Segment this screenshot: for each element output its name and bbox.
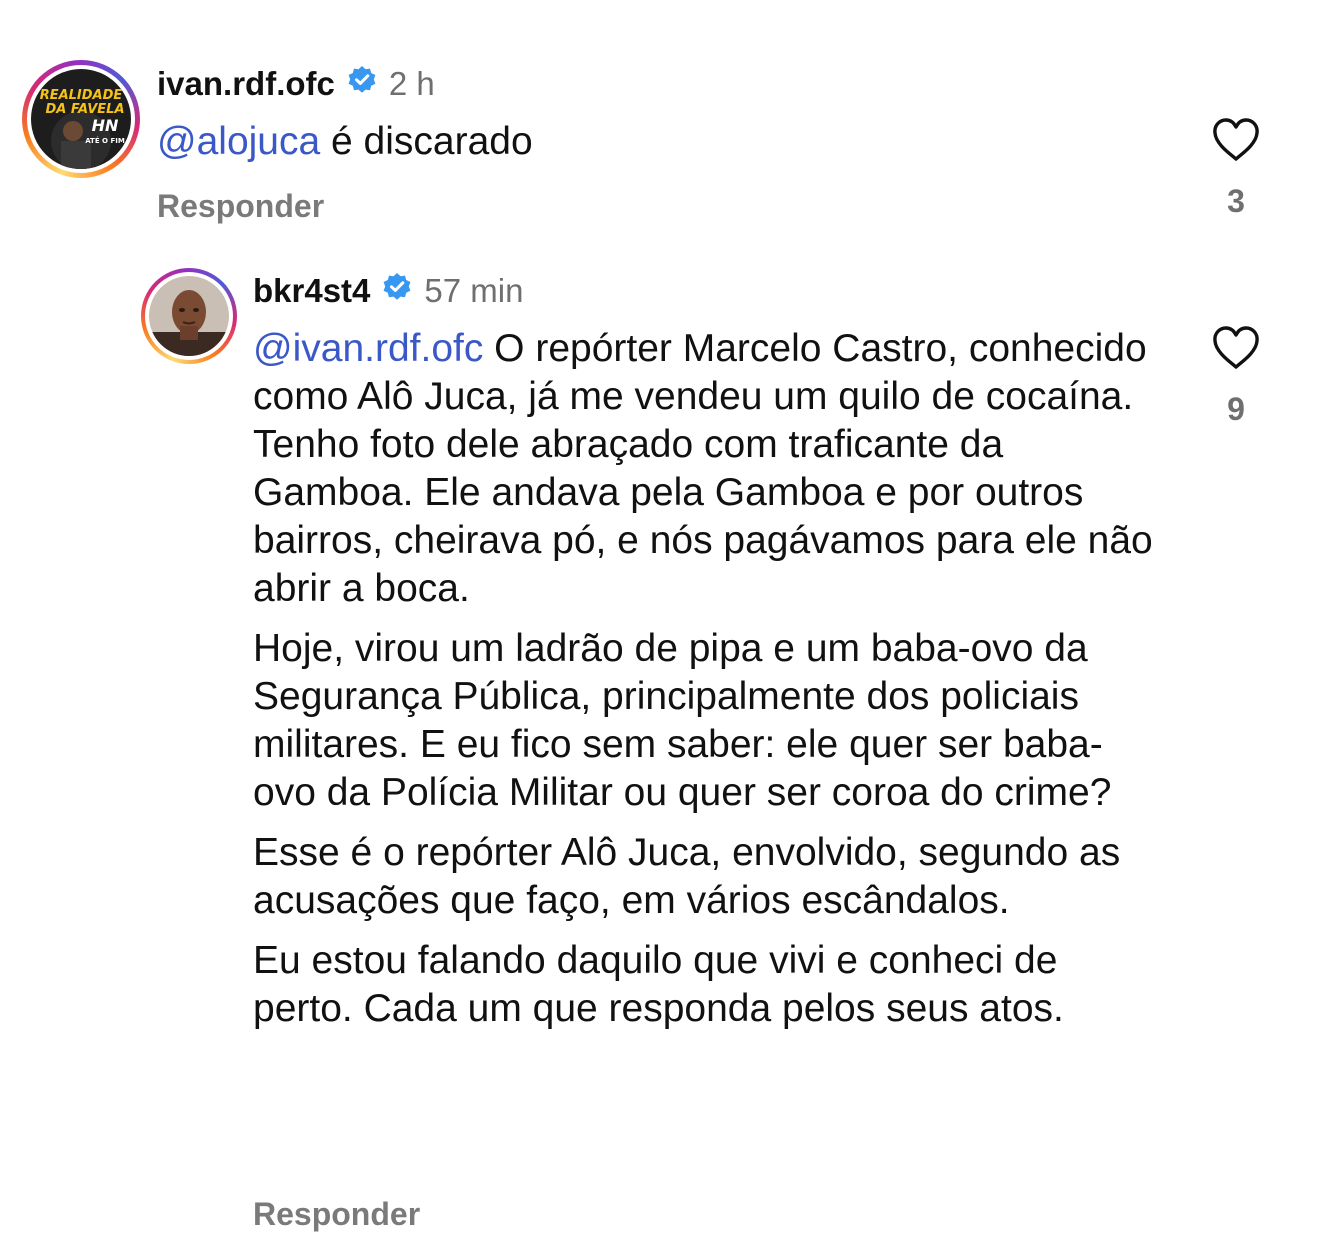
avatar-ivan[interactable]: REALIDADE DA FAVELA HN ATÉ O FIM: [22, 60, 140, 178]
verified-badge-icon: [347, 65, 377, 103]
like-count: 3: [1227, 183, 1245, 219]
paragraph-1: @ivan.rdf.ofc O repórter Marcelo Castro,…: [253, 325, 1158, 613]
heart-outline-icon[interactable]: [1212, 118, 1260, 167]
mention-link[interactable]: @ivan.rdf.ofc: [253, 327, 483, 370]
username-ivan[interactable]: ivan.rdf.ofc: [157, 65, 335, 103]
avatar-bkr4st4[interactable]: [141, 268, 237, 364]
comment-header: bkr4st4 57 min: [253, 271, 523, 311]
verified-badge-icon: [382, 272, 412, 310]
mention-link[interactable]: @alojuca: [157, 120, 320, 163]
comment-text: é discarado: [320, 120, 533, 163]
avatar-photo-image: [149, 276, 229, 356]
like-count: 9: [1227, 391, 1245, 427]
svg-text:ATÉ O FIM: ATÉ O FIM: [85, 136, 125, 145]
comment-time: 57 min: [424, 272, 524, 309]
reply-button[interactable]: Responder: [253, 1196, 420, 1233]
svg-text:REALIDADE: REALIDADE: [40, 88, 123, 103]
reply-button[interactable]: Responder: [157, 188, 324, 225]
paragraph-2: Hoje, virou um ladrão de pipa e um baba-…: [253, 627, 1112, 814]
comments-thread: REALIDADE DA FAVELA HN ATÉ O FIM ivan.rd…: [0, 0, 1320, 1240]
like-section: 9: [1196, 326, 1276, 428]
comment-body: @ivan.rdf.ofc O repórter Marcelo Castro,…: [253, 325, 1158, 1045]
username-bkr4st4[interactable]: bkr4st4: [253, 272, 370, 310]
comment-time: 2 h: [388, 65, 435, 102]
paragraph-4: Eu estou falando daquilo que vivi e conh…: [253, 939, 1064, 1030]
avatar-logo-image: REALIDADE DA FAVELA HN ATÉ O FIM: [31, 69, 131, 169]
svg-text:DA FAVELA: DA FAVELA: [45, 102, 124, 117]
comment-header: ivan.rdf.ofc 2 h: [157, 64, 435, 104]
heart-outline-icon[interactable]: [1212, 326, 1260, 375]
comment-body: @alojuca é discarado: [157, 118, 1157, 166]
paragraph-3: Esse é o repórter Alô Juca, envolvido, s…: [253, 831, 1121, 922]
svg-text:HN: HN: [92, 116, 119, 135]
like-section: 3: [1196, 118, 1276, 220]
